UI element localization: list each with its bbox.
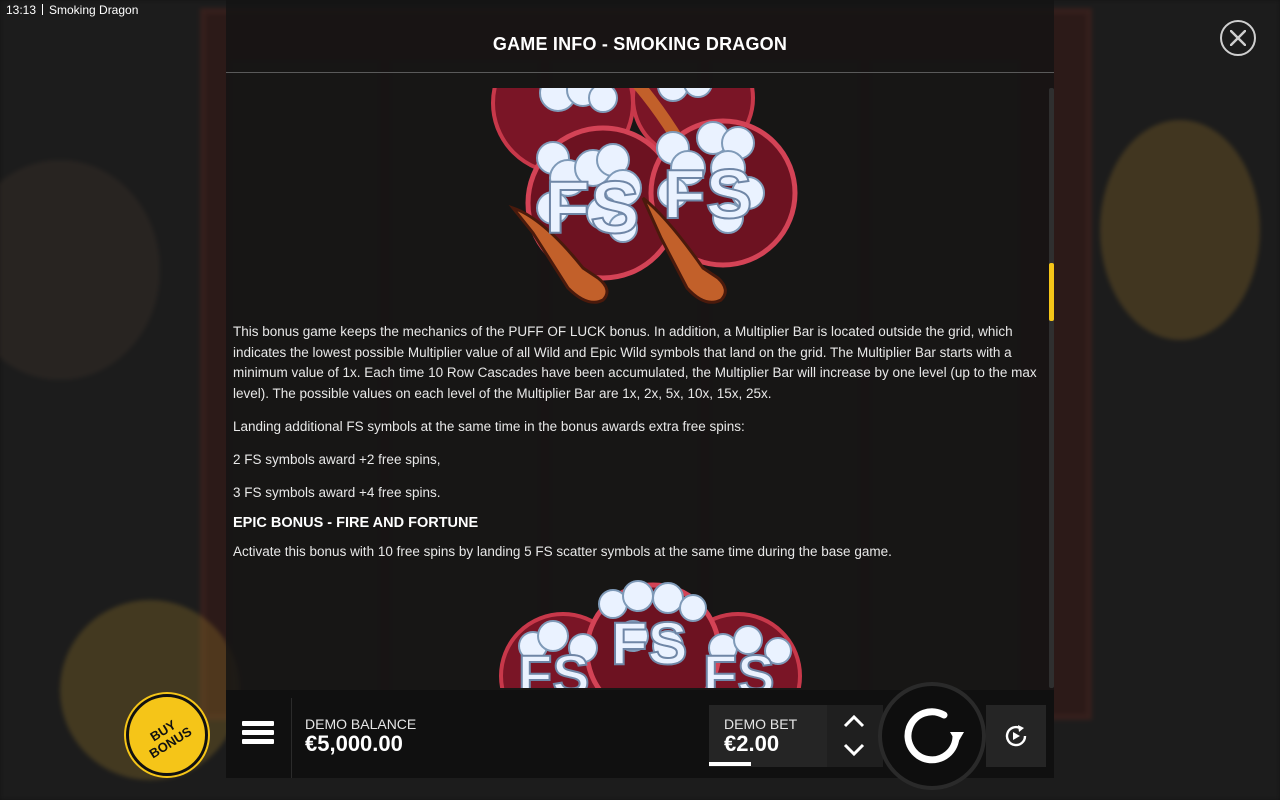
bet-increase-button[interactable] — [842, 711, 866, 731]
epic-bonus-description: Activate this bonus with 10 free spins b… — [233, 544, 892, 559]
buy-bonus-label: BUY BONUS — [146, 717, 195, 762]
bet-decrease-button[interactable] — [842, 740, 866, 760]
chevron-down-icon — [843, 743, 865, 757]
extra-spins-rule-2fs: 2 FS symbols award +2 free spins, — [233, 452, 441, 467]
extra-spins-rule-3fs: 3 FS symbols award +4 free spins. — [233, 485, 441, 500]
status-bar: 13:13 Smoking Dragon — [0, 0, 1280, 20]
balance-label: DEMO BALANCE — [305, 716, 417, 732]
spin-icon — [904, 708, 964, 764]
balance-value: €5,000.00 — [305, 731, 403, 756]
fs-letters: FS — [518, 643, 590, 688]
bet-label: DEMO BET — [724, 716, 798, 732]
buy-bonus-button[interactable]: BUY BONUS — [126, 694, 208, 776]
fs-scatter-symbols-image: FS FS — [491, 88, 798, 304]
scrollbar-track[interactable] — [1049, 88, 1054, 688]
bonus-description: This bonus game keeps the mechanics of t… — [233, 324, 1037, 401]
info-content[interactable]: FS FS This bonus game keeps the mechanic… — [233, 88, 1043, 688]
menu-button[interactable] — [240, 718, 276, 754]
chevron-up-icon — [843, 714, 865, 728]
fs-letters: FS — [545, 166, 640, 249]
fs-letters: FS — [611, 610, 688, 677]
fs-letters: FS — [703, 643, 775, 688]
close-button[interactable] — [1220, 20, 1256, 56]
bet-value: €2.00 — [724, 731, 780, 756]
hamburger-menu-icon — [240, 721, 276, 744]
fs-epic-symbols-image: FS FS FS — [499, 580, 802, 688]
section-heading: EPIC BONUS - FIRE AND FORTUNE — [233, 515, 479, 531]
page-title: GAME INFO - SMOKING DRAGON — [492, 34, 788, 54]
game-screen: 13:13 Smoking Dragon GAME INFO - SMOKING… — [0, 0, 1280, 800]
clock: 13:13 — [6, 3, 37, 17]
fs-letters: FS — [663, 155, 752, 233]
spin-button[interactable] — [878, 682, 986, 790]
hud-divider — [291, 698, 292, 778]
app-title: Smoking Dragon — [42, 3, 138, 17]
bet-level-indicator — [709, 762, 751, 766]
autoplay-icon — [1005, 725, 1027, 747]
extra-spins-intro: Landing additional FS symbols at the sam… — [233, 419, 745, 434]
title-divider — [226, 72, 1054, 73]
scrollbar-thumb[interactable] — [1049, 263, 1054, 321]
autoplay-button[interactable] — [986, 705, 1046, 767]
close-icon — [1230, 30, 1246, 46]
